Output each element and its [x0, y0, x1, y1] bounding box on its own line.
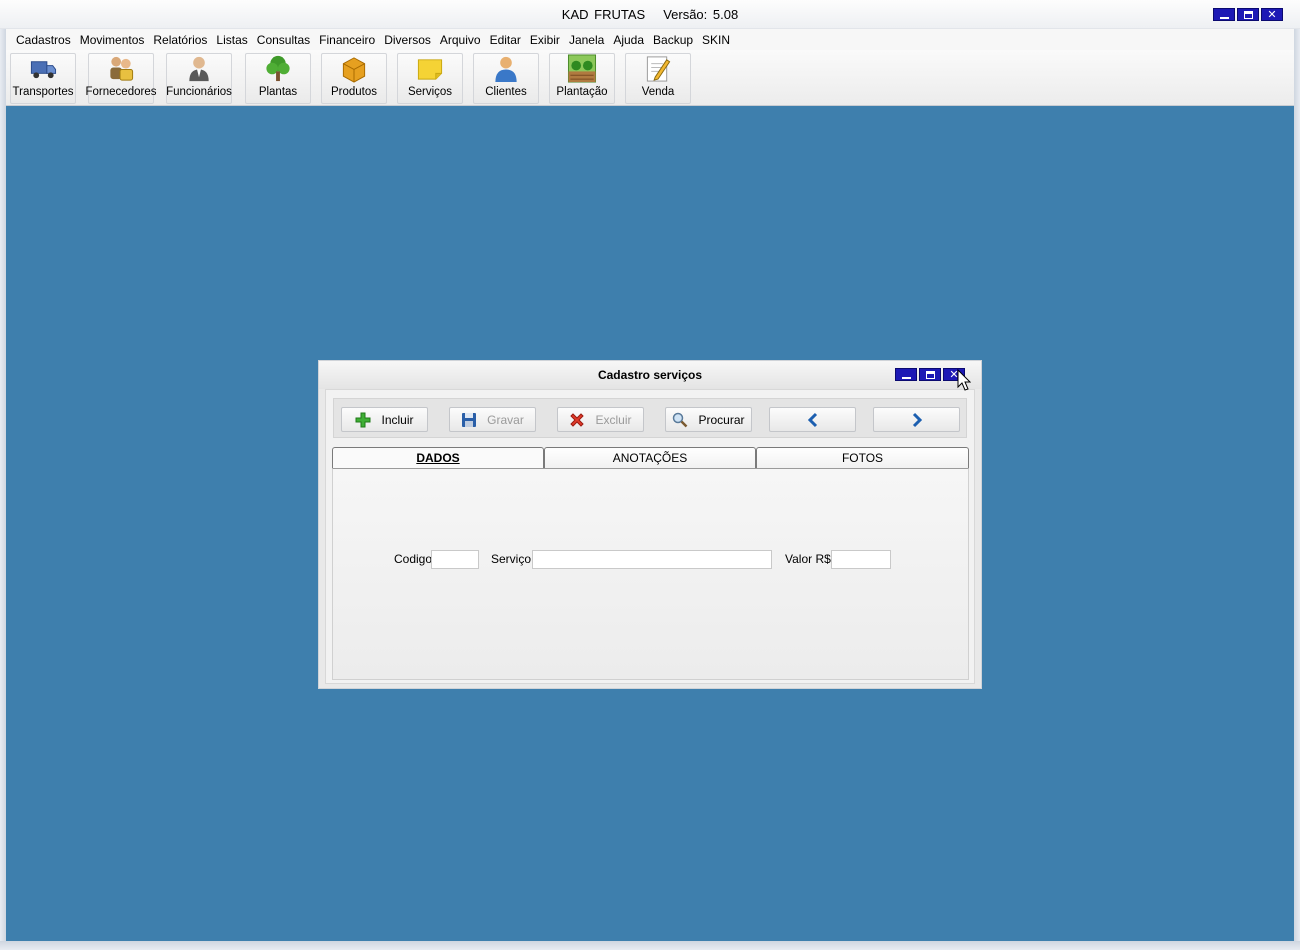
funcionarios-button[interactable]: Funcionários: [166, 53, 232, 104]
fornecedores-label: Fornecedores: [85, 86, 157, 98]
sticky-note-icon: [417, 59, 443, 80]
menu-listas[interactable]: Listas: [216, 33, 247, 47]
tab-fotos[interactable]: FOTOS: [756, 447, 969, 468]
plantas-button[interactable]: Plantas: [245, 53, 311, 104]
menu-janela[interactable]: Janela: [569, 33, 604, 47]
produtos-button[interactable]: Produtos: [321, 53, 387, 104]
valor-input[interactable]: [831, 550, 891, 569]
clientes-label: Clientes: [485, 86, 527, 98]
servico-input[interactable]: [532, 550, 772, 569]
window-border-left: [0, 0, 6, 950]
maximize-icon: [1243, 10, 1253, 19]
transportes-button[interactable]: Transportes: [10, 53, 76, 104]
plantas-label: Plantas: [258, 86, 298, 98]
truck-icon: [30, 61, 57, 79]
incluir-button[interactable]: Incluir: [341, 407, 428, 432]
app-minimize-button[interactable]: [1213, 8, 1235, 21]
search-icon: [673, 412, 688, 427]
servicos-label: Serviços: [407, 86, 453, 98]
menu-editar[interactable]: Editar: [490, 33, 521, 47]
menu-relatorios[interactable]: Relatórios: [153, 33, 207, 47]
excluir-label: Excluir: [595, 412, 632, 427]
action-bar: Incluir Gravar Excluir Procurar: [333, 398, 967, 438]
chevron-left-icon: [807, 412, 817, 427]
minimize-icon: [1219, 16, 1229, 19]
produtos-label: Produtos: [330, 86, 378, 98]
mouse-cursor-icon: [957, 369, 971, 391]
tab-strip: DADOS ANOTAÇÕES FOTOS: [332, 447, 969, 469]
menu-financeiro[interactable]: Financeiro: [319, 33, 375, 47]
next-record-button[interactable]: [873, 407, 960, 432]
menu-exibir[interactable]: Exibir: [530, 33, 560, 47]
menu-bar: Cadastros Movimentos Relatórios Listas C…: [6, 29, 1294, 50]
app-close-button[interactable]: ✕: [1261, 8, 1283, 21]
menu-diversos[interactable]: Diversos: [384, 33, 431, 47]
procurar-label: Procurar: [698, 412, 745, 427]
incluir-label: Incluir: [381, 412, 414, 427]
previous-record-button[interactable]: [769, 407, 856, 432]
dialog-titlebar: Cadastro serviços ✕: [319, 361, 981, 389]
plus-icon: [355, 412, 371, 427]
menu-skin[interactable]: SKIN: [702, 33, 730, 47]
fornecedores-button[interactable]: Fornecedores: [85, 53, 157, 104]
box-icon: [342, 57, 366, 83]
menu-backup[interactable]: Backup: [653, 33, 693, 47]
minimize-icon: [901, 376, 911, 379]
app-version: Versão: 5.08: [663, 7, 739, 22]
app-maximize-button[interactable]: [1237, 8, 1259, 21]
menu-ajuda[interactable]: Ajuda: [613, 33, 644, 47]
menu-movimentos[interactable]: Movimentos: [80, 33, 145, 47]
delete-x-icon: [570, 412, 585, 427]
app-title: KAD FRUTAS Versão: 5.08: [0, 7, 1300, 22]
window-border-bottom: [0, 941, 1300, 950]
pencil-paper-icon: [646, 56, 671, 82]
dialog-minimize-button[interactable]: [895, 368, 917, 381]
servico-label: Serviço: [491, 552, 532, 566]
plantacao-button[interactable]: Plantação: [549, 53, 615, 104]
tab-dados[interactable]: DADOS: [332, 447, 544, 468]
dialog-title: Cadastro serviços: [597, 368, 703, 382]
window-border-right: [1294, 0, 1300, 950]
gravar-button[interactable]: Gravar: [449, 407, 536, 432]
main-toolbar: Transportes Fornecedores Funcionários Pl…: [6, 50, 1294, 106]
codigo-input[interactable]: [431, 550, 479, 569]
servicos-button[interactable]: Serviços: [397, 53, 463, 104]
gravar-label: Gravar: [487, 412, 524, 427]
dialog-window-controls: ✕: [895, 368, 965, 381]
menu-arquivo[interactable]: Arquivo: [440, 33, 481, 47]
funcionarios-label: Funcionários: [166, 86, 232, 98]
clientes-button[interactable]: Clientes: [473, 53, 539, 104]
tab-anotacoes[interactable]: ANOTAÇÕES: [544, 447, 756, 468]
plantation-icon: [567, 54, 597, 83]
menu-consultas[interactable]: Consultas: [257, 33, 310, 47]
client-icon: [495, 56, 517, 83]
app-name: KAD FRUTAS: [561, 7, 646, 22]
procurar-button[interactable]: Procurar: [665, 407, 752, 432]
excluir-button[interactable]: Excluir: [557, 407, 644, 432]
cadastro-servicos-window: Cadastro serviços ✕ Incluir Gravar Exclu…: [318, 360, 982, 689]
venda-label: Venda: [641, 86, 675, 98]
plantacao-label: Plantação: [556, 86, 608, 98]
save-icon: [462, 412, 477, 427]
employee-icon: [189, 56, 209, 82]
transportes-label: Transportes: [12, 86, 74, 98]
valor-label: Valor R$: [785, 552, 831, 566]
menu-cadastros[interactable]: Cadastros: [16, 33, 71, 47]
app-titlebar: KAD FRUTAS Versão: 5.08 ✕: [0, 0, 1300, 29]
maximize-icon: [925, 370, 935, 379]
dialog-body: Incluir Gravar Excluir Procurar DADOS AN…: [325, 389, 975, 684]
chevron-right-icon: [912, 412, 922, 427]
codigo-label: Codigo: [394, 552, 433, 566]
tree-icon: [266, 55, 290, 82]
close-icon: ✕: [1267, 8, 1277, 21]
venda-button[interactable]: Venda: [625, 53, 691, 104]
dados-panel: Codigo Serviço Valor R$: [332, 468, 969, 680]
app-window-controls: ✕: [1213, 8, 1283, 21]
suppliers-icon: [110, 56, 134, 81]
dialog-maximize-button[interactable]: [919, 368, 941, 381]
